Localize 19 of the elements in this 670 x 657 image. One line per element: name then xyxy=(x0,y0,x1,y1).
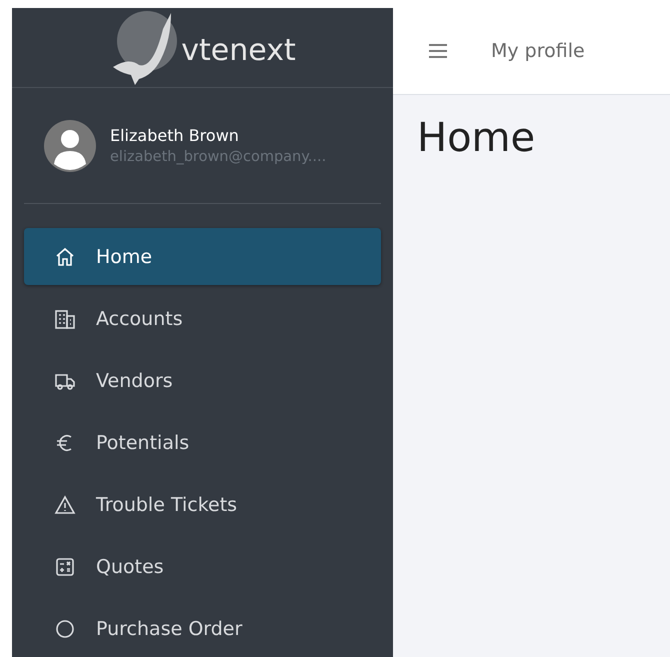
warning-icon xyxy=(54,494,76,516)
circle-icon xyxy=(54,618,76,640)
nav-item[interactable]: Home xyxy=(24,228,381,286)
calculator-icon xyxy=(54,556,76,578)
my-profile-link[interactable]: My profile xyxy=(491,40,585,62)
home-icon xyxy=(54,246,76,268)
nav-item[interactable]: Potentials xyxy=(24,414,381,472)
nav-item[interactable]: Accounts xyxy=(24,290,381,348)
building-icon xyxy=(54,308,76,330)
nav-item[interactable]: Vendors xyxy=(24,352,381,410)
nav-item[interactable]: Trouble Tickets xyxy=(24,476,381,534)
avatar-icon xyxy=(44,120,96,172)
user-name: Elizabeth Brown xyxy=(110,126,240,146)
page-title: Home xyxy=(417,115,536,161)
logo-text: vtenext xyxy=(181,32,296,68)
nav-item[interactable]: Quotes xyxy=(24,538,381,596)
user-email: elizabeth_brown@company.... xyxy=(110,149,326,166)
menu-icon[interactable] xyxy=(429,44,447,58)
nav-item[interactable]: Purchase Order xyxy=(24,600,381,657)
